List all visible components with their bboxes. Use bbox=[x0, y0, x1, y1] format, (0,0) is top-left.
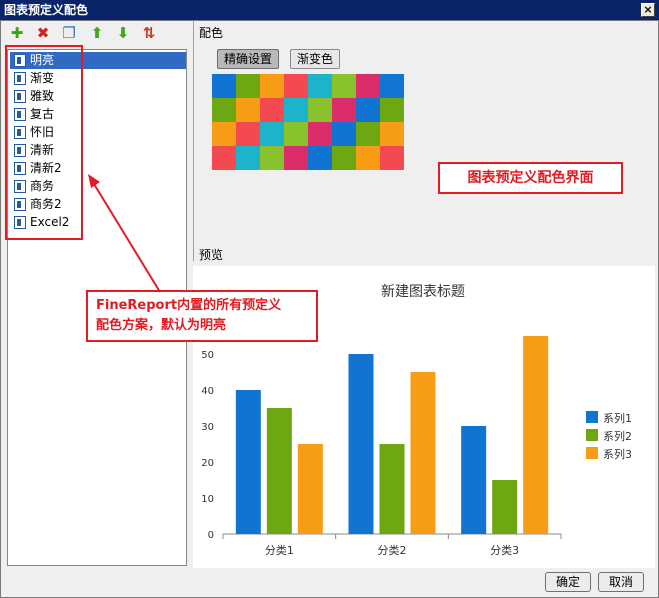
delete-icon[interactable]: ✖ bbox=[34, 24, 52, 42]
chart-bar bbox=[461, 426, 487, 534]
builtin-schemes-annotation: FineReport内置的所有预定义 配色方案，默认为明亮 bbox=[86, 290, 318, 342]
legend-swatch bbox=[586, 429, 598, 441]
color-swatch[interactable] bbox=[284, 122, 308, 146]
color-swatch[interactable] bbox=[332, 146, 356, 170]
color-swatch[interactable] bbox=[236, 74, 260, 98]
preview-section-label: 预览 bbox=[199, 248, 224, 262]
color-swatch-grid[interactable] bbox=[212, 74, 404, 170]
color-swatch[interactable] bbox=[284, 146, 308, 170]
chart-bar bbox=[235, 390, 261, 534]
color-swatch[interactable] bbox=[356, 98, 380, 122]
color-swatch[interactable] bbox=[284, 98, 308, 122]
ok-button[interactable]: 确定 bbox=[545, 572, 592, 592]
color-section-label: 配色 bbox=[199, 26, 224, 40]
color-swatch[interactable] bbox=[212, 146, 236, 170]
legend-swatch bbox=[586, 447, 598, 459]
color-swatch[interactable] bbox=[284, 74, 308, 98]
color-swatch[interactable] bbox=[308, 74, 332, 98]
legend-label: 系列3 bbox=[603, 447, 632, 461]
color-swatch[interactable] bbox=[332, 122, 356, 146]
interface-annotation: 图表预定义配色界面 bbox=[438, 162, 623, 194]
chart-bar bbox=[348, 354, 374, 534]
color-swatch[interactable] bbox=[260, 74, 284, 98]
chart-bar bbox=[266, 408, 292, 534]
color-swatch[interactable] bbox=[332, 74, 356, 98]
color-swatch[interactable] bbox=[212, 98, 236, 122]
color-swatch[interactable] bbox=[356, 122, 380, 146]
move-down-icon[interactable]: ⬇ bbox=[114, 24, 132, 42]
tab-precise-setting[interactable]: 精确设置 bbox=[217, 49, 280, 69]
sort-icon[interactable]: ⇅ bbox=[140, 24, 158, 42]
color-swatch[interactable] bbox=[308, 122, 332, 146]
chart-bar bbox=[410, 372, 436, 534]
tab-gradient[interactable]: 渐变色 bbox=[290, 49, 341, 69]
color-swatch[interactable] bbox=[236, 98, 260, 122]
color-swatch[interactable] bbox=[212, 74, 236, 98]
color-swatch[interactable] bbox=[380, 146, 404, 170]
close-button[interactable]: × bbox=[641, 3, 655, 17]
legend-label: 系列1 bbox=[603, 411, 632, 425]
legend-swatch bbox=[586, 411, 598, 423]
add-icon[interactable]: ✚ bbox=[8, 24, 26, 42]
y-tick-label: 30 bbox=[201, 422, 214, 433]
x-tick-label: 分类3 bbox=[490, 543, 519, 557]
chart-bar bbox=[297, 444, 323, 534]
chart-bar bbox=[379, 444, 405, 534]
color-swatch[interactable] bbox=[332, 98, 356, 122]
move-up-icon[interactable]: ⬆ bbox=[88, 24, 106, 42]
color-swatch[interactable] bbox=[356, 146, 380, 170]
y-tick-label: 50 bbox=[201, 350, 214, 361]
color-swatch[interactable] bbox=[380, 98, 404, 122]
y-tick-label: 40 bbox=[201, 386, 214, 397]
copy-icon[interactable]: ❐ bbox=[60, 24, 78, 42]
title-bar: 图表预定义配色 × bbox=[0, 0, 659, 20]
chart-title: 新建图表标题 bbox=[381, 284, 465, 300]
color-swatch[interactable] bbox=[260, 146, 284, 170]
color-swatch[interactable] bbox=[380, 122, 404, 146]
x-tick-label: 分类2 bbox=[378, 543, 407, 557]
color-swatch[interactable] bbox=[236, 146, 260, 170]
color-swatch[interactable] bbox=[356, 74, 380, 98]
window-title: 图表预定义配色 bbox=[4, 3, 89, 17]
color-swatch[interactable] bbox=[212, 122, 236, 146]
color-swatch[interactable] bbox=[308, 146, 332, 170]
color-swatch[interactable] bbox=[236, 122, 260, 146]
color-swatch[interactable] bbox=[260, 122, 284, 146]
y-tick-label: 10 bbox=[201, 494, 214, 505]
x-tick-label: 分类1 bbox=[265, 543, 294, 557]
legend-label: 系列2 bbox=[603, 429, 632, 443]
color-swatch[interactable] bbox=[380, 74, 404, 98]
y-tick-label: 0 bbox=[208, 530, 214, 541]
scheme-list-highlight bbox=[5, 45, 83, 240]
y-tick-label: 20 bbox=[201, 458, 214, 469]
chart-bar bbox=[492, 480, 518, 534]
chart-bar bbox=[523, 336, 549, 534]
color-swatch[interactable] bbox=[308, 98, 332, 122]
color-swatch[interactable] bbox=[260, 98, 284, 122]
cancel-button[interactable]: 取消 bbox=[598, 572, 645, 592]
